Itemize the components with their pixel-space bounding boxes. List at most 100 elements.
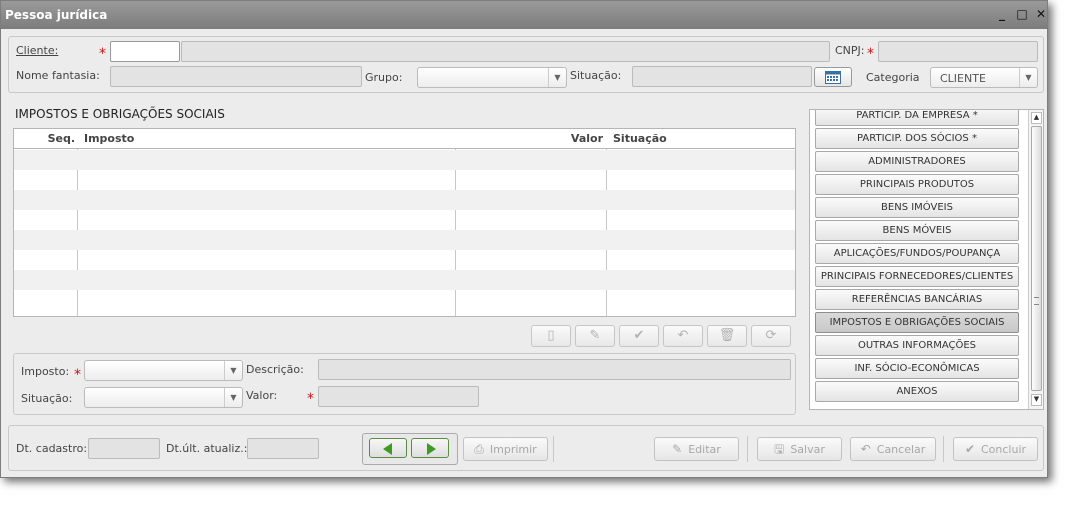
undo-icon: ↶ xyxy=(677,328,689,343)
new-button[interactable]: ▯ xyxy=(531,325,571,347)
col-valor[interactable]: Valor xyxy=(571,132,603,145)
arrow-right-icon xyxy=(427,443,436,455)
situacao-select[interactable]: ▼ xyxy=(84,387,243,408)
required-mark: * xyxy=(99,46,106,62)
dt-cadastro-field xyxy=(88,438,160,459)
table-row[interactable] xyxy=(14,230,795,250)
side-menu-item[interactable]: REFERÊNCIAS BANCÁRIAS xyxy=(815,289,1019,310)
side-menu-item[interactable]: PRINCIPAIS FORNECEDORES/CLIENTES xyxy=(815,266,1019,287)
valor-field xyxy=(318,386,479,407)
imprimir-label: Imprimir xyxy=(489,443,537,456)
col-situacao[interactable]: Situação xyxy=(613,132,667,145)
imposto-label: Imposto: xyxy=(21,365,70,378)
scroll-down-icon[interactable]: ▼ xyxy=(1031,394,1042,406)
section-title: IMPOSTOS E OBRIGAÇÕES SOCIAIS xyxy=(15,107,225,121)
side-menu-item[interactable]: ADMINISTRADORES xyxy=(815,151,1019,172)
nome-fantasia-label: Nome fantasia: xyxy=(16,69,100,82)
side-menu: PARTICIP. DA EMPRESA * PARTICIP. DOS SÓCI… xyxy=(809,109,1044,410)
cnpj-field xyxy=(878,41,1038,62)
side-scrollbar[interactable]: ▲ ▼ xyxy=(1028,110,1043,409)
edit-icon: ✎ xyxy=(672,442,683,456)
confirm-button[interactable]: ✔ xyxy=(619,325,659,347)
imposto-select[interactable]: ▼ xyxy=(84,360,243,381)
undo-button[interactable]: ↶ xyxy=(663,325,703,347)
table-row[interactable] xyxy=(14,150,795,170)
cliente-code-input[interactable] xyxy=(110,41,180,62)
window-pessoa-juridica: Pessoa jurídica _ □ ✕ Cliente: * CNPJ: *… xyxy=(0,0,1048,478)
side-menu-item[interactable]: OUTRAS INFORMAÇÕES xyxy=(815,335,1019,356)
previous-button[interactable] xyxy=(369,438,407,458)
new-icon: ▯ xyxy=(547,328,555,343)
side-menu-item[interactable]: BENS IMÓVEIS xyxy=(815,197,1019,218)
col-seq[interactable]: Seq. xyxy=(48,132,75,145)
dt-ult-atualiz-field xyxy=(247,438,319,459)
valor-label: Valor: xyxy=(246,389,278,402)
nome-fantasia-field xyxy=(110,66,362,87)
situacao-label: Situação: xyxy=(570,69,622,82)
minimize-icon[interactable]: _ xyxy=(993,5,1011,23)
refresh-button[interactable]: ⟳ xyxy=(751,325,791,347)
table-row[interactable] xyxy=(14,270,795,290)
maximize-icon[interactable]: □ xyxy=(1013,5,1031,23)
nav-group xyxy=(362,433,458,465)
table-row[interactable] xyxy=(14,210,795,230)
side-menu-item[interactable]: BENS MÓVEIS xyxy=(815,220,1019,241)
situacao-form-label: Situação: xyxy=(21,392,73,405)
delete-button[interactable]: 🗑 xyxy=(707,325,747,347)
table-row[interactable] xyxy=(14,190,795,210)
close-icon[interactable]: ✕ xyxy=(1032,5,1047,23)
editar-label: Editar xyxy=(688,443,721,456)
editar-button[interactable]: ✎ Editar xyxy=(654,437,739,461)
categoria-select[interactable]: CLIENTE ▼ xyxy=(930,67,1038,88)
cliente-label: Cliente: xyxy=(16,44,59,57)
grupo-select[interactable]: ▼ xyxy=(417,67,567,88)
check-icon: ✔ xyxy=(964,442,975,456)
side-menu-item[interactable]: PARTICIP. DOS SÓCIOS * xyxy=(815,128,1019,149)
imprimir-button[interactable]: ⎙ Imprimir xyxy=(463,437,548,461)
salvar-button[interactable]: 🖫 Salvar xyxy=(757,437,842,461)
scroll-thumb[interactable] xyxy=(1031,126,1042,391)
categoria-value: CLIENTE xyxy=(940,72,986,85)
arrow-left-icon xyxy=(383,443,392,455)
refresh-icon: ⟳ xyxy=(765,328,777,343)
chevron-down-icon: ▼ xyxy=(224,361,242,380)
window-title: Pessoa jurídica xyxy=(5,8,108,22)
table-row[interactable] xyxy=(14,170,795,190)
grip-icon xyxy=(1034,297,1039,305)
printer-icon: ⎙ xyxy=(474,442,484,456)
cancelar-button[interactable]: ↶ Cancelar xyxy=(850,437,936,461)
side-menu-item[interactable]: PARTICIP. DA EMPRESA * xyxy=(815,110,1019,126)
edit-icon: ✎ xyxy=(589,328,601,343)
side-menu-item[interactable]: INF. SÓCIO-ECONÔMICAS xyxy=(815,358,1019,379)
imposto-form-group: Imposto: * ▼ Descrição: Situação: ▼ Valo… xyxy=(13,353,796,415)
side-menu-item[interactable]: APLICAÇÕES/FUNDOS/POUPANÇA xyxy=(815,243,1019,264)
table-toolbar: ▯ ✎ ✔ ↶ 🗑 ⟳ xyxy=(531,325,793,347)
concluir-button[interactable]: ✔ Concluir xyxy=(953,437,1038,461)
col-imposto[interactable]: Imposto xyxy=(84,132,134,145)
required-mark: * xyxy=(307,391,314,407)
calendar-button[interactable] xyxy=(814,67,852,87)
client-header-group: Cliente: * CNPJ: * Nome fantasia: Grupo:… xyxy=(8,36,1044,93)
calendar-icon xyxy=(825,71,841,84)
dt-cadastro-label: Dt. cadastro: xyxy=(16,442,88,455)
edit-button[interactable]: ✎ xyxy=(575,325,615,347)
check-icon: ✔ xyxy=(633,328,645,343)
salvar-label: Salvar xyxy=(790,443,825,456)
cliente-name-field xyxy=(181,41,830,62)
chevron-down-icon: ▼ xyxy=(224,388,242,407)
table-row[interactable] xyxy=(14,290,795,310)
side-menu-item[interactable]: ANEXOS xyxy=(815,381,1019,402)
side-menu-item[interactable]: IMPOSTOS E OBRIGAÇÕES SOCIAIS xyxy=(815,312,1019,333)
table-row[interactable] xyxy=(14,250,795,270)
concluir-label: Concluir xyxy=(981,443,1027,456)
cancelar-label: Cancelar xyxy=(876,443,926,456)
required-mark: * xyxy=(74,367,81,383)
chevron-down-icon: ▼ xyxy=(1019,68,1037,87)
divider xyxy=(943,436,944,462)
dt-ult-atualiz-label: Dt.últ. atualiz.: xyxy=(166,442,248,455)
scroll-up-icon[interactable]: ▲ xyxy=(1031,112,1042,124)
undo-icon: ↶ xyxy=(860,442,871,456)
side-menu-item[interactable]: PRINCIPAIS PRODUTOS xyxy=(815,174,1019,195)
descricao-field xyxy=(318,359,791,380)
next-button[interactable] xyxy=(411,438,449,458)
